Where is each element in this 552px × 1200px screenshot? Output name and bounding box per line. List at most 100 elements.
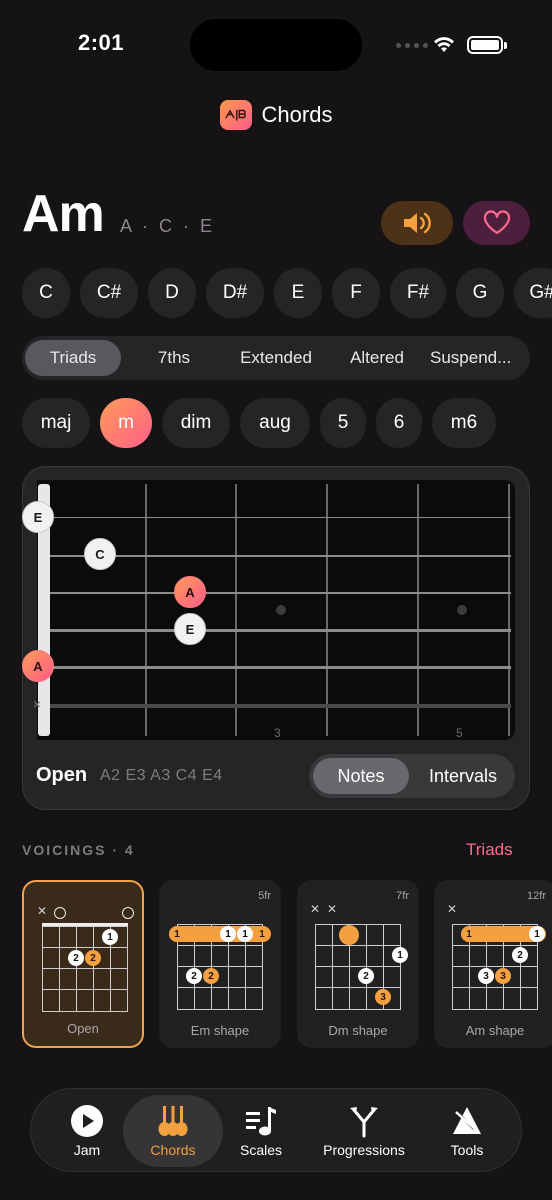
wifi-icon [434, 37, 454, 52]
tab-label: Jam [73, 1142, 101, 1158]
string-line [50, 629, 511, 632]
root-note-f-sharp[interactable]: F# [390, 268, 446, 318]
voicing-label: Open [67, 1021, 99, 1036]
quality-maj[interactable]: maj [22, 398, 90, 448]
chord-quality-selector: maj m dim aug 5 6 m6 [22, 398, 496, 448]
voicing-label: Am shape [465, 1023, 525, 1038]
voicing-name: Open [36, 764, 88, 786]
tab-label: Chords [150, 1142, 196, 1158]
root-note-d-sharp[interactable]: D# [206, 268, 264, 318]
string-line [50, 592, 511, 594]
root-note-e[interactable]: E [274, 268, 322, 318]
voicing-card-dm-shape[interactable]: 7fr ✕ ✕ 1 2 3 Dm shape [297, 880, 419, 1048]
chord-diagram: 1 2 3 [315, 924, 408, 1010]
fret-line [417, 484, 419, 736]
cellular-signal-icon [396, 43, 428, 48]
fret-number: 5 [456, 726, 463, 740]
voicing-card-open[interactable]: ✕ 1 2 2 Open [22, 880, 144, 1048]
play-icon [71, 1105, 103, 1137]
string-line [50, 704, 511, 708]
page-title: Chords [261, 102, 333, 127]
voicing-label: Em shape [190, 1023, 250, 1038]
tab-triads[interactable]: Triads [25, 340, 121, 376]
favorite-button[interactable] [463, 201, 530, 245]
root-note-d[interactable]: D [148, 268, 196, 318]
string-line [50, 666, 511, 669]
mute-mark: ✕ [310, 902, 321, 916]
tab-7ths[interactable]: 7ths [134, 340, 214, 376]
voicing-label: Dm shape [328, 1023, 388, 1038]
app-header: ᗅ|ᗷ Chords [0, 100, 552, 130]
bottom-tab-bar: Jam Chords Scales Progressions Tools [30, 1088, 522, 1172]
root-note-dot[interactable]: A [174, 576, 206, 608]
tab-label: Tools [450, 1142, 484, 1158]
tab-extended[interactable]: Extended [226, 340, 326, 376]
note-dot[interactable]: C [84, 538, 116, 570]
voicings-filter-link[interactable]: Triads [466, 840, 513, 860]
tab-label: Progressions [323, 1142, 405, 1158]
chord-name: Am [22, 185, 105, 243]
mode-intervals[interactable]: Intervals [415, 758, 511, 794]
battery-icon [467, 36, 507, 54]
guitars-icon [158, 1106, 188, 1136]
voicing-notes: A2 E3 A3 C4 E4 [100, 767, 223, 784]
fret-position: 7fr [396, 890, 409, 902]
chord-notes: A · C · E [120, 216, 216, 236]
dynamic-island [190, 19, 362, 71]
tab-scales[interactable]: Scales [229, 1095, 293, 1167]
note-dot[interactable]: E [22, 501, 54, 533]
tab-altered[interactable]: Altered [334, 340, 420, 376]
chord-diagram: 1 1 1 1 2 2 [169, 924, 271, 1010]
tab-label: Scales [239, 1142, 283, 1158]
quality-m6[interactable]: m6 [432, 398, 496, 448]
music-note-list-icon [246, 1107, 276, 1136]
mute-mark: ✕ [327, 902, 338, 916]
fret-position: 5fr [258, 890, 271, 902]
app-logo-icon: ᗅ|ᗷ [219, 100, 252, 130]
string-line [50, 517, 511, 518]
tab-progressions[interactable]: Progressions [311, 1095, 417, 1167]
tab-jam[interactable]: Jam [55, 1095, 119, 1167]
root-note-f[interactable]: F [332, 268, 380, 318]
mute-mark: × [33, 696, 42, 712]
root-note-g[interactable]: G [456, 268, 504, 318]
chord-diagram: 1 2 2 [42, 923, 128, 1012]
fret-inlay-5 [457, 605, 467, 615]
tuner-icon [453, 1107, 481, 1134]
root-note-c[interactable]: C [22, 268, 70, 318]
tab-tools[interactable]: Tools [435, 1095, 499, 1167]
heart-icon [483, 210, 510, 235]
quality-dim[interactable]: dim [162, 398, 230, 448]
tab-suspended[interactable]: Suspend... [430, 340, 530, 376]
fret-position: 12fr [527, 890, 546, 902]
quality-aug[interactable]: aug [240, 398, 310, 448]
voicing-card-am-shape[interactable]: 12fr ✕ 1 1 2 3 3 Am shape [434, 880, 552, 1048]
root-note-scroller[interactable]: C C# D D# E F F# G G# [0, 268, 552, 320]
note-dot[interactable]: E [174, 613, 206, 645]
fret-line [508, 484, 510, 736]
status-time: 2:01 [78, 30, 125, 55]
tab-chords[interactable]: Chords [123, 1095, 223, 1167]
root-note-c-sharp[interactable]: C# [80, 268, 138, 318]
chord-diagram: 1 1 2 3 3 [452, 924, 546, 1010]
fret-line [235, 484, 237, 736]
branch-icon [350, 1107, 378, 1138]
open-string-mark [122, 907, 134, 919]
root-note-dot[interactable]: A [22, 650, 54, 682]
speaker-icon [404, 212, 431, 234]
voicing-card-em-shape[interactable]: 5fr 1 1 1 1 2 2 Em shape [159, 880, 281, 1048]
quality-minor[interactable]: m [100, 398, 152, 448]
mute-mark: ✕ [37, 904, 48, 918]
mode-notes[interactable]: Notes [313, 758, 409, 794]
fret-line [145, 484, 147, 736]
quality-6[interactable]: 6 [376, 398, 422, 448]
open-string-mark [54, 907, 66, 919]
chord-category-tabs: Triads 7ths Extended Altered Suspend... [22, 336, 530, 380]
display-mode-toggle: Notes Intervals [309, 754, 515, 798]
fret-line [326, 484, 328, 736]
root-note-g-sharp[interactable]: G# [514, 268, 552, 318]
fret-inlay-3 [276, 605, 286, 615]
string-line [50, 555, 511, 557]
play-sound-button[interactable] [381, 201, 453, 245]
quality-5[interactable]: 5 [320, 398, 366, 448]
